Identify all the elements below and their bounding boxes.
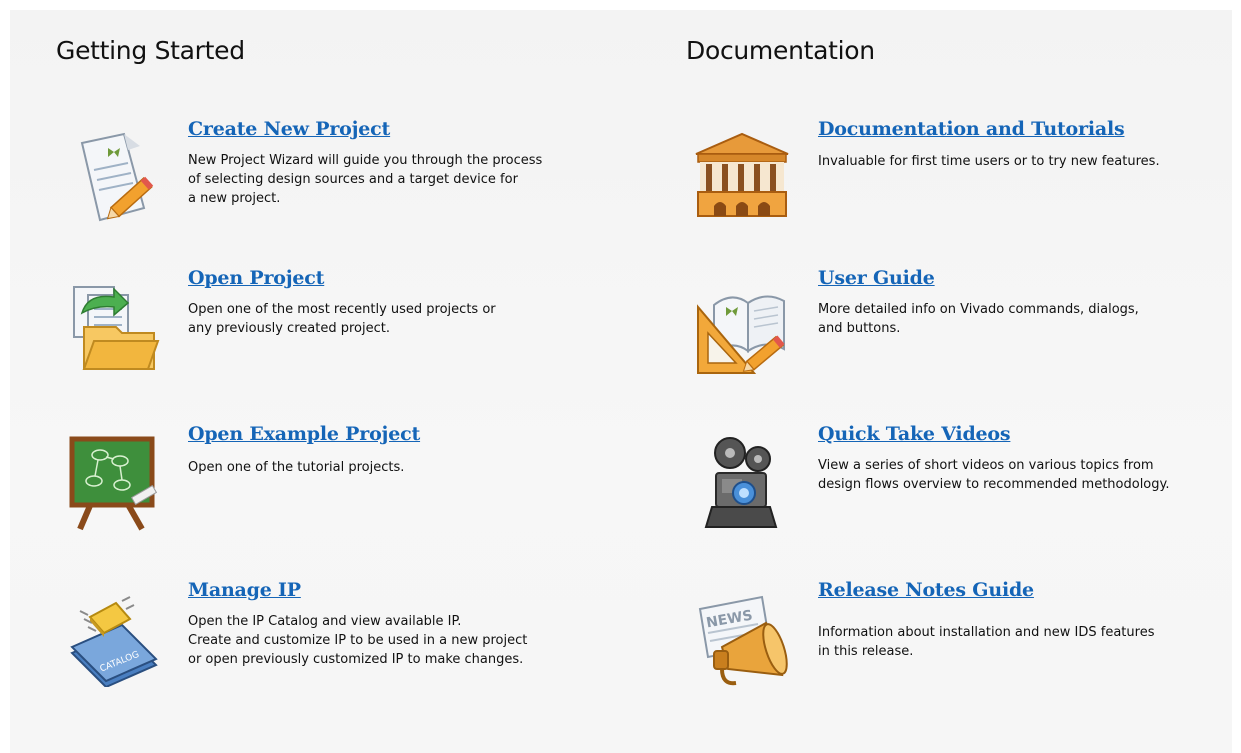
create-new-project-description: New Project Wizard will guide you throug… [188, 151, 542, 208]
start-page-panel: Getting Started Create New Project New P… [10, 10, 1232, 753]
description-line: and buttons. [818, 321, 901, 336]
open-project-link[interactable]: Open Project [188, 267, 324, 289]
description-line: Information about installation and new I… [818, 625, 1155, 640]
library-building-icon[interactable] [692, 124, 792, 224]
film-projector-icon[interactable] [692, 431, 792, 531]
description-line: Open the IP Catalog and view available I… [188, 614, 462, 629]
description-line: More detailed info on Vivado commands, d… [818, 302, 1139, 317]
description-line: View a series of short videos on various… [818, 458, 1154, 473]
description-line: Open one of the most recently used proje… [188, 302, 496, 317]
description-line: of selecting design sources and a target… [188, 172, 518, 187]
description-line: or open previously customized IP to make… [188, 652, 524, 667]
open-example-project-description: Open one of the tutorial projects. [188, 458, 404, 477]
description-line: Create and customize IP to be used in a … [188, 633, 528, 648]
user-guide-icon[interactable] [692, 277, 792, 377]
getting-started-title: Getting Started [56, 36, 245, 65]
open-example-project-link[interactable]: Open Example Project [188, 423, 420, 445]
open-project-icon[interactable] [62, 275, 162, 375]
manage-ip-link[interactable]: Manage IP [188, 579, 301, 601]
description-line: Open one of the tutorial projects. [188, 460, 405, 475]
description-line: in this release. [818, 644, 914, 659]
release-notes-description: Information about installation and new I… [818, 623, 1154, 661]
documentation-tutorials-link[interactable]: Documentation and Tutorials [818, 118, 1125, 140]
create-new-project-link[interactable]: Create New Project [188, 118, 390, 140]
description-line: New Project Wizard will guide you throug… [188, 153, 543, 168]
release-notes-link[interactable]: Release Notes Guide [818, 579, 1034, 601]
ip-catalog-icon[interactable]: CATALOG [62, 587, 162, 687]
documentation-tutorials-description: Invaluable for first time users or to tr… [818, 152, 1160, 171]
description-line: any previously created project. [188, 321, 390, 336]
description-line: design flows overview to recommended met… [818, 477, 1170, 492]
user-guide-link[interactable]: User Guide [818, 267, 935, 289]
description-line: Invaluable for first time users or to tr… [818, 154, 1160, 169]
quick-take-videos-description: View a series of short videos on various… [818, 456, 1169, 494]
quick-take-videos-link[interactable]: Quick Take Videos [818, 423, 1011, 445]
documentation-title: Documentation [686, 36, 875, 65]
description-line: a new project. [188, 191, 281, 206]
open-project-description: Open one of the most recently used proje… [188, 300, 496, 338]
manage-ip-description: Open the IP Catalog and view available I… [188, 612, 527, 669]
news-megaphone-icon[interactable]: NEWS [692, 589, 792, 689]
example-project-icon[interactable] [62, 431, 162, 531]
create-project-icon[interactable] [62, 128, 162, 228]
user-guide-description: More detailed info on Vivado commands, d… [818, 300, 1139, 338]
